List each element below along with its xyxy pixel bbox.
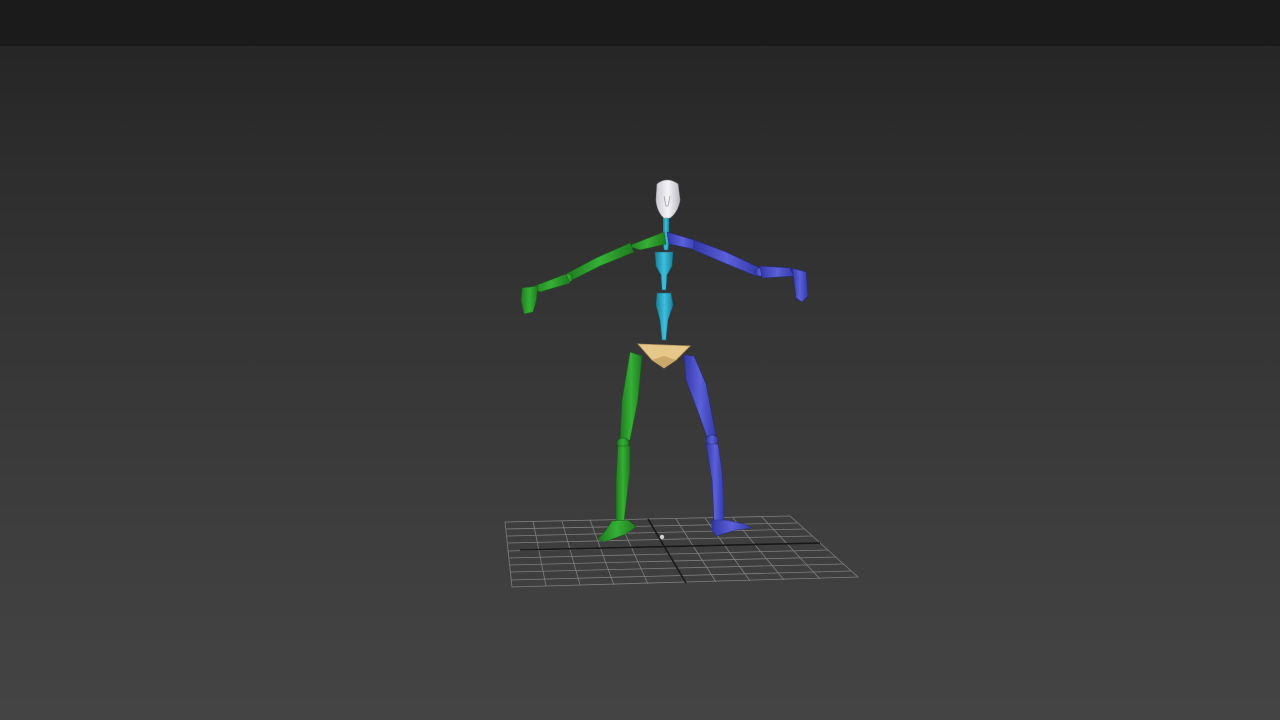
- pelvis[interactable]: [637, 343, 691, 369]
- 3d-viewport[interactable]: [0, 0, 1280, 720]
- left-arm[interactable]: [520, 231, 667, 315]
- right-arm[interactable]: [666, 231, 809, 303]
- head[interactable]: [655, 179, 681, 219]
- right-leg[interactable]: [683, 354, 754, 537]
- left-leg[interactable]: [597, 351, 643, 543]
- spine[interactable]: [654, 235, 674, 341]
- grid-floor-icon: [504, 515, 860, 588]
- pivot-marker: [659, 534, 665, 540]
- viewport-scene[interactable]: [0, 0, 1280, 720]
